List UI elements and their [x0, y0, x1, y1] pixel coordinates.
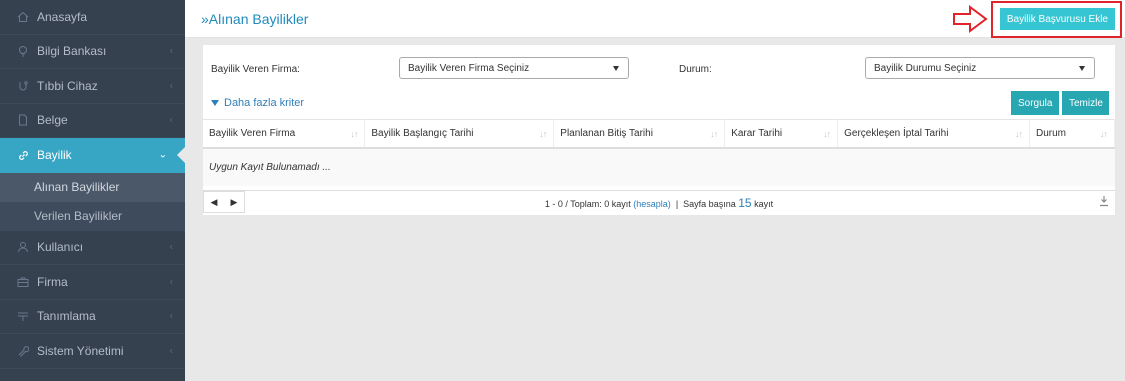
firm-filter-label: Bayilik Veren Firma:	[211, 64, 300, 75]
caret-down-icon	[613, 66, 619, 71]
more-criteria-label: Daha fazla kriter	[224, 97, 305, 109]
sidebar-item-sistem-yonetimi[interactable]: Sistem Yönetimi ‹	[0, 334, 185, 369]
chevron-down-icon: ⌄	[158, 149, 167, 161]
table-header-row: Bayilik Veren Firma ↓↑ Bayilik Başlangıç …	[203, 119, 1115, 149]
chevron-left-icon: ‹	[169, 241, 173, 253]
column-header[interactable]: Gerçekleşen İptal Tarihi ↓↑	[837, 119, 1030, 149]
sidebar-item-bilgi-bankasi[interactable]: Bilgi Bankası ‹	[0, 35, 185, 69]
chevron-left-icon: ‹	[169, 310, 173, 322]
page-title: »Alınan Bayilikler	[201, 10, 309, 27]
document-icon	[16, 113, 30, 127]
sidebar-submenu: Alınan Bayilikler Verilen Bayilikler	[0, 172, 185, 231]
sidebar-subitem-label: Verilen Bayilikler	[34, 209, 123, 223]
column-header-label: Gerçekleşen İptal Tarihi	[844, 127, 949, 139]
firm-select-value: Bayilik Veren Firma Seçiniz	[408, 62, 530, 74]
filter-row: Bayilik Veren Firma: Bayilik Veren Firma…	[203, 55, 1115, 81]
caret-down-icon	[1079, 66, 1085, 71]
arrow-right-icon	[953, 5, 988, 33]
sidebar: Anasayfa Bilgi Bankası ‹ Tıbbi Cihaz ‹ B…	[0, 0, 185, 381]
pagination-bar: ◀ ▶ 1 - 0 / Toplam: 0 kayıt (hesapla) | …	[203, 190, 1115, 213]
column-header-label: Bayilik Başlangıç Tarihi	[371, 127, 474, 139]
search-panel: Bayilik Veren Firma: Bayilik Veren Firma…	[203, 45, 1115, 215]
column-header-label: Planlanan Bitiş Tarihi	[560, 127, 653, 139]
sidebar-item-label: Tıbbi Cihaz	[37, 78, 98, 93]
page-header: »Alınan Bayilikler Bayilik Başvurusu Ekl…	[185, 0, 1125, 38]
sidebar-item-label: Bilgi Bankası	[37, 44, 107, 59]
sidebar-item-firma[interactable]: Firma ‹	[0, 265, 185, 300]
wrench-icon	[16, 344, 30, 358]
sort-icon: ↓↑	[1015, 129, 1023, 139]
add-dealership-application-button[interactable]: Bayilik Başvurusu Ekle	[999, 8, 1115, 30]
sidebar-item-tanimlama[interactable]: Tanımlama ‹	[0, 300, 185, 334]
per-page-unit: kayıt	[754, 199, 774, 209]
per-page-value[interactable]: 15	[738, 196, 751, 210]
status-select[interactable]: Bayilik Durumu Seçiniz	[865, 57, 1095, 79]
empty-message: Uygun Kayıt Bulunamadı ...	[203, 147, 1115, 186]
sidebar-subitem-label: Alınan Bayilikler	[34, 180, 120, 194]
chevron-left-icon: ‹	[169, 45, 173, 57]
column-header-label: Durum	[1036, 127, 1067, 139]
column-header[interactable]: Durum ↓↑	[1029, 119, 1115, 149]
sidebar-item-label: Sistem Yönetimi	[37, 343, 124, 358]
sidebar-item-kullanici[interactable]: Kullanıcı ‹	[0, 231, 185, 265]
clear-button[interactable]: Temizle	[1062, 91, 1109, 115]
sidebar-item-label: Bayilik	[37, 148, 72, 163]
per-page-label: Sayfa başına	[683, 199, 736, 209]
pager-separator: |	[675, 199, 679, 209]
sidebar-subitem-alinan-bayilikler[interactable]: Alınan Bayilikler	[0, 172, 185, 202]
caret-down-icon	[211, 100, 219, 106]
sidebar-item-label: Firma	[37, 274, 68, 289]
table-row: Uygun Kayıt Bulunamadı ...	[203, 147, 1115, 186]
sort-icon: ↓↑	[823, 129, 831, 139]
sidebar-item-anasayfa[interactable]: Anasayfa	[0, 0, 185, 35]
sort-icon: ↓↑	[710, 129, 718, 139]
calculate-link[interactable]: (hesapla)	[633, 199, 671, 209]
chevron-left-icon: ‹	[169, 114, 173, 126]
column-header[interactable]: Bayilik Başlangıç Tarihi ↓↑	[364, 119, 555, 149]
chevron-left-icon: ‹	[169, 80, 173, 92]
pager-summary: 1 - 0 / Toplam: 0 kayıt	[544, 199, 631, 209]
briefcase-icon	[16, 275, 30, 289]
column-header[interactable]: Karar Tarihi ↓↑	[724, 119, 839, 149]
more-criteria-link[interactable]: Daha fazla kriter	[211, 97, 304, 109]
sidebar-item-label: Anasayfa	[37, 9, 88, 24]
column-header-label: Bayilik Veren Firma	[209, 127, 296, 139]
download-icon[interactable]	[1099, 195, 1109, 207]
sidebar-item-tibbi-cihaz[interactable]: Tıbbi Cihaz ‹	[0, 69, 185, 104]
sidebar-item-belge[interactable]: Belge ‹	[0, 104, 185, 138]
firm-select[interactable]: Bayilik Veren Firma Seçiniz	[399, 57, 629, 79]
sidebar-item-label: Tanımlama	[37, 309, 96, 324]
sidebar-item-label: Kullanıcı	[37, 240, 84, 255]
query-button[interactable]: Sorgula	[1011, 91, 1060, 115]
layers-icon	[16, 309, 30, 323]
column-header-label: Karar Tarihi	[731, 127, 783, 139]
main-content: »Alınan Bayilikler Bayilik Başvurusu Ekl…	[185, 0, 1125, 381]
chevron-left-icon: ‹	[169, 276, 173, 288]
status-filter-label: Durum:	[679, 64, 712, 75]
sidebar-subitem-verilen-bayilikler[interactable]: Verilen Bayilikler	[0, 202, 185, 231]
bulb-icon	[16, 44, 30, 58]
pager-info: 1 - 0 / Toplam: 0 kayıt (hesapla) | Sayf…	[203, 196, 1115, 210]
device-icon	[16, 79, 30, 93]
user-icon	[16, 240, 30, 254]
link-icon	[16, 148, 30, 162]
chevron-left-icon: ‹	[169, 345, 173, 357]
sidebar-item-label: Belge	[37, 113, 68, 128]
sort-icon: ↓↑	[1100, 129, 1108, 139]
sort-icon: ↓↑	[539, 129, 547, 139]
column-header[interactable]: Bayilik Veren Firma ↓↑	[203, 119, 366, 149]
results-table: Bayilik Veren Firma ↓↑ Bayilik Başlangıç …	[203, 119, 1115, 186]
sort-icon: ↓↑	[350, 129, 358, 139]
column-header[interactable]: Planlanan Bitiş Tarihi ↓↑	[553, 119, 726, 149]
sidebar-item-bayilik[interactable]: Bayilik ⌄	[0, 138, 185, 173]
home-icon	[16, 10, 30, 24]
active-indicator	[177, 147, 185, 164]
status-select-value: Bayilik Durumu Seçiniz	[874, 62, 977, 74]
